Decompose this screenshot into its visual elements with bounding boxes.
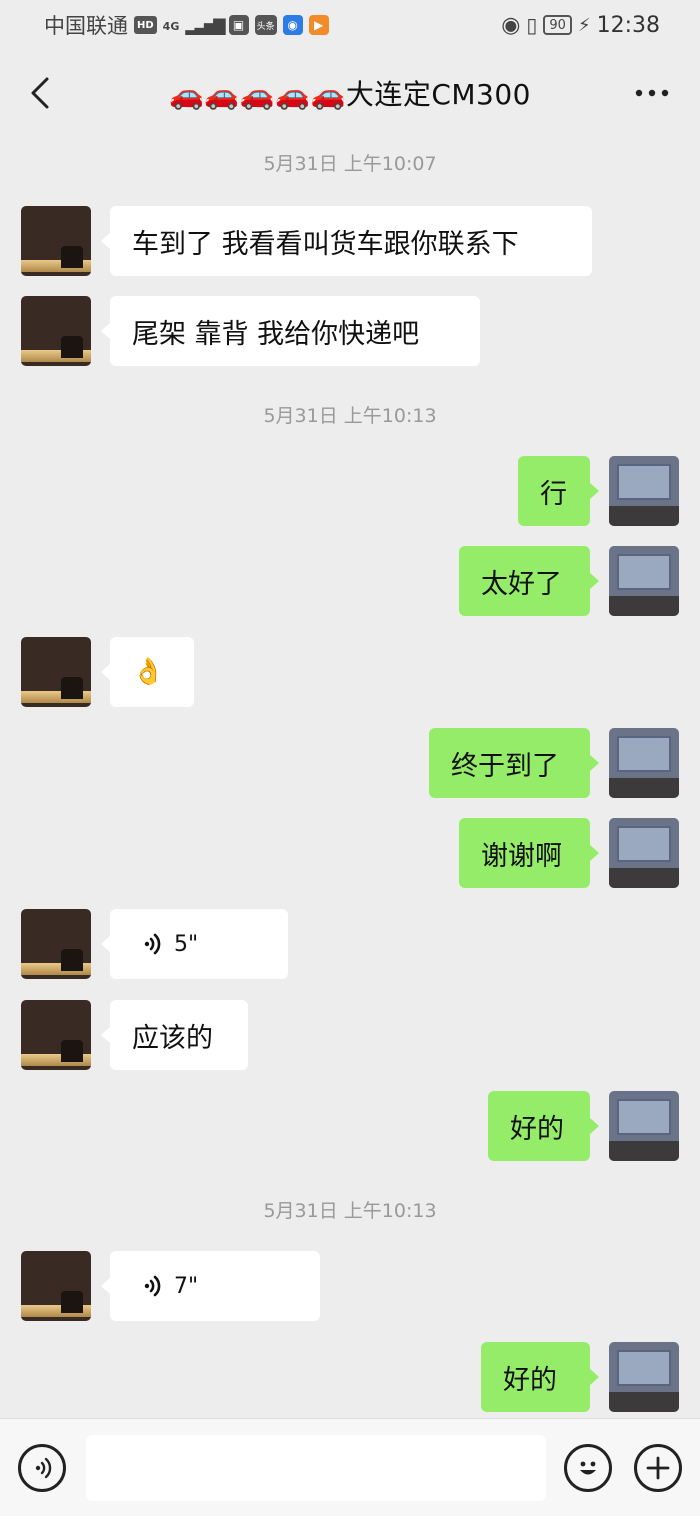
outgoing-message-bubble[interactable]: 好的 [488,1091,599,1161]
avatar-image-part [617,1350,671,1386]
avatar-image-part [61,949,83,971]
avatar-image-part [609,596,679,616]
message-timestamp: 5月31日 上午10:13 [263,1200,437,1222]
gallery-icon: ▣ [228,15,249,35]
avatar-image-part [61,1291,83,1313]
message-text: 尾架 靠背 我给你快递吧 [132,318,420,350]
toutiao-icon: 头条 [254,15,277,35]
voice-duration: 5" [174,931,199,957]
outgoing-message-bubble[interactable]: 好的 [481,1342,599,1412]
message-text: 行 [540,478,567,510]
contact-avatar[interactable] [21,637,91,707]
more-options-button[interactable] [632,75,672,111]
incoming-message-bubble[interactable]: 车到了 我看看叫货车跟你联系下 [101,206,592,276]
emoji-icon [580,1461,596,1475]
avatar-image-part [617,736,671,772]
chevron-left-icon [31,77,49,109]
avatar-image-part [617,554,671,590]
my-avatar[interactable] [609,456,679,526]
more-actions-button[interactable] [634,1444,682,1492]
battery-level: 90 [549,17,566,33]
charging-icon: ⚡ [577,14,591,36]
contact-avatar[interactable] [21,1251,91,1321]
outgoing-message-bubble[interactable]: 行 [518,456,599,526]
eye-icon: ◉ [501,12,521,38]
message-text: 应该的 [132,1022,213,1054]
avatar-image-part [617,826,671,862]
carrier-label: 中国联通 [44,14,128,38]
bulb-app-icon: ◉ [282,15,303,35]
avatar-image-part [609,506,679,526]
video-app-icon: ▶ [308,15,329,35]
plus-icon [646,1456,670,1480]
message-timestamp: 5月31日 上午10:13 [263,405,437,427]
voice-message-bubble[interactable]: 5" [101,909,288,979]
message-input[interactable] [86,1435,546,1501]
contact-avatar[interactable] [21,1000,91,1070]
avatar-image-part [609,1141,679,1161]
message-text: 终于到了 [451,750,559,782]
avatar-image-part [61,677,83,699]
avatar-image-part [61,1040,83,1062]
signal-icon: ▂▃▅▇ [185,15,225,35]
contact-avatar[interactable] [21,206,91,276]
outgoing-message-bubble[interactable]: 终于到了 [429,728,599,798]
incoming-message-bubble[interactable]: 应该的 [101,1000,248,1070]
outgoing-message-bubble[interactable]: 太好了 [459,546,599,616]
network-label: 4G [162,20,180,33]
contact-avatar[interactable] [21,296,91,366]
my-avatar[interactable] [609,546,679,616]
message-text: 好的 [510,1113,564,1145]
avatar-image-part [61,246,83,268]
my-avatar[interactable] [609,1342,679,1412]
status-bar: 中国联通 HD 4G ▂▃▅▇ ▣ 头条 ◉ ▶ ◉ ▯ 90 ⚡ 12:38 [0,0,700,50]
outgoing-message-bubble[interactable]: 谢谢啊 [459,818,599,888]
clock: 12:38 [596,12,660,38]
voice-duration: 7" [174,1273,199,1299]
status-right: ◉ ▯ 90 ⚡ 12:38 [501,13,660,38]
contact-avatar[interactable] [21,909,91,979]
input-bar [0,1418,700,1516]
message-timestamp: 5月31日 上午10:07 [263,153,437,175]
my-avatar[interactable] [609,1091,679,1161]
voice-input-button[interactable] [18,1444,66,1492]
message-text: 谢谢啊 [481,840,562,872]
voice-wave-icon [144,933,161,955]
avatar-image-part [617,1099,671,1135]
incoming-message-bubble[interactable]: 尾架 靠背 我给你快递吧 [101,296,480,366]
voice-wave-icon [144,1275,161,1297]
hd-badge: HD [134,16,157,34]
more-dots-icon [635,89,669,97]
my-avatar[interactable] [609,818,679,888]
message-text: 👌 [132,657,165,687]
my-avatar[interactable] [609,728,679,798]
voice-icon [35,1457,52,1479]
chat-title: 🚗🚗🚗🚗🚗大连定CM300 [169,77,531,111]
status-left: 中国联通 HD 4G ▂▃▅▇ ▣ 头条 ◉ ▶ [44,10,329,40]
avatar-image-part [617,464,671,500]
voice-message-bubble[interactable]: 7" [101,1251,320,1321]
emoji-button[interactable] [564,1444,612,1492]
chat-header: 🚗🚗🚗🚗🚗大连定CM300 [0,55,700,130]
vibrate-icon: ▯ [526,13,538,37]
avatar-image-part [609,868,679,888]
incoming-message-bubble[interactable]: 👌 [101,637,194,707]
back-button[interactable] [20,73,60,113]
message-text: 车到了 我看看叫货车跟你联系下 [132,228,519,260]
battery-icon: 90 [543,15,572,35]
avatar-image-part [609,1392,679,1412]
avatar-image-part [61,336,83,358]
message-text: 好的 [503,1364,557,1396]
message-text: 太好了 [481,568,562,600]
avatar-image-part [609,778,679,798]
